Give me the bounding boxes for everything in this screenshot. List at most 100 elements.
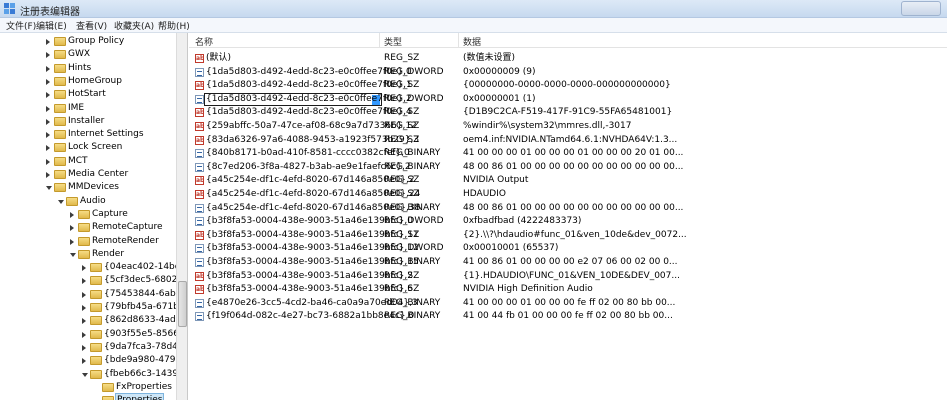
tree-item[interactable]: Lock Screen xyxy=(0,141,176,154)
collapse-arrow-icon[interactable] xyxy=(82,291,86,298)
value-type: REG_BINARY xyxy=(384,297,441,308)
binary-value-icon xyxy=(195,67,204,77)
value-row[interactable]: {a45c254e-df1c-4efd-8020-67d146a850e0},3… xyxy=(189,202,947,215)
folder-icon xyxy=(54,50,66,60)
tree-item[interactable]: Internet Settings xyxy=(0,128,176,141)
value-row[interactable]: {b3f8fa53-0004-438e-9003-51a46e139bfc},1… xyxy=(189,256,947,269)
tree-item[interactable]: Capture xyxy=(0,208,176,221)
column-header-name[interactable]: 名称 xyxy=(195,35,213,48)
tree-item-label: Lock Screen xyxy=(68,142,123,153)
tree-item[interactable]: {9da7fca3-78d4-4 xyxy=(0,341,187,354)
collapse-arrow-icon[interactable] xyxy=(70,211,74,218)
menu-help[interactable]: 帮助(H) xyxy=(158,19,190,32)
tree-item[interactable]: IME xyxy=(0,102,176,115)
value-row[interactable]: {1da5d803-d492-4edd-8c23-e0c0ffee7f0e},1… xyxy=(189,79,947,92)
menu-favorites[interactable]: 收藏夹(A) xyxy=(114,19,154,32)
expand-arrow-icon[interactable] xyxy=(82,372,88,377)
collapse-arrow-icon[interactable] xyxy=(82,344,86,351)
value-row[interactable]: {b3f8fa53-0004-438e-9003-51a46e139bfc},2… xyxy=(189,270,947,283)
tree-item[interactable]: Hints xyxy=(0,62,176,75)
value-row[interactable]: {b3f8fa53-0004-438e-9003-51a46e139bfc},1… xyxy=(189,229,947,242)
tree-scrollbar[interactable] xyxy=(176,33,187,400)
expand-arrow-icon[interactable] xyxy=(58,199,64,204)
collapse-arrow-icon[interactable] xyxy=(46,145,50,152)
tree-item[interactable]: MCT xyxy=(0,155,176,168)
binary-value-icon xyxy=(195,94,204,104)
value-row[interactable]: {b3f8fa53-0004-438e-9003-51a46e139bfc},1… xyxy=(189,242,947,255)
column-divider[interactable] xyxy=(379,33,380,48)
value-row[interactable]: {a45c254e-df1c-4efd-8020-67d146a850e0},2… xyxy=(189,188,947,201)
tree-item[interactable]: Media Center xyxy=(0,168,176,181)
column-header-type[interactable]: 类型 xyxy=(384,35,402,48)
tree-item[interactable]: HotStart xyxy=(0,88,176,101)
tree-item[interactable]: {75453844-6ab3-4 xyxy=(0,288,187,301)
collapse-arrow-icon[interactable] xyxy=(70,225,74,232)
column-divider[interactable] xyxy=(458,33,459,48)
collapse-arrow-icon[interactable] xyxy=(82,305,86,311)
tree-item[interactable]: RemoteCapture xyxy=(0,221,176,234)
value-data: 0xfbadfbad (4222483373) xyxy=(463,216,582,227)
column-header-data[interactable]: 数据 xyxy=(463,35,481,48)
collapse-arrow-icon[interactable] xyxy=(82,358,86,365)
collapse-arrow-icon[interactable] xyxy=(82,331,86,338)
collapse-arrow-icon[interactable] xyxy=(82,265,86,272)
collapse-arrow-icon[interactable] xyxy=(46,172,50,178)
tree-item[interactable]: Installer xyxy=(0,115,176,128)
tree-item[interactable]: Audio xyxy=(0,195,176,208)
tree-item[interactable]: Render xyxy=(0,248,176,261)
menu-view[interactable]: 查看(V) xyxy=(76,19,107,32)
value-row[interactable]: {f19f064d-082c-4e27-bc73-6882a1bb8e4c},0… xyxy=(189,310,947,323)
value-row[interactable]: {b3f8fa53-0004-438e-9003-51a46e139bfc},6… xyxy=(189,283,947,296)
collapse-arrow-icon[interactable] xyxy=(46,92,50,99)
menu-edit[interactable]: 编辑(E) xyxy=(36,19,67,32)
collapse-arrow-icon[interactable] xyxy=(46,78,50,85)
menu-file[interactable]: 文件(F) xyxy=(6,19,36,32)
registry-tree[interactable]: Group Policy GWX Hints HomeGroup HotStart IME… xyxy=(0,33,188,400)
binary-value-icon xyxy=(195,149,204,159)
expand-arrow-icon[interactable] xyxy=(46,186,52,191)
collapse-arrow-icon[interactable] xyxy=(46,52,50,59)
tree-item[interactable]: {5cf3dec5-6802-4f xyxy=(0,274,187,287)
tree-item[interactable]: MMDevices xyxy=(0,181,176,194)
value-row[interactable]: {1da5d803-d492-4edd-8c23-e0c0ffee7f0e},0… xyxy=(189,66,947,79)
expand-arrow-icon[interactable] xyxy=(70,252,76,257)
window-controls[interactable] xyxy=(901,1,941,16)
folder-icon xyxy=(90,316,102,326)
value-row[interactable]: {1da5d803-d492-4edd-8c23-e0c0ffee7f0e},4… xyxy=(189,106,947,119)
folder-icon xyxy=(54,170,66,179)
collapse-arrow-icon[interactable] xyxy=(46,39,50,45)
tree-item[interactable]: RemoteRender xyxy=(0,235,176,248)
tree-item[interactable]: FxProperties xyxy=(0,381,176,394)
value-row[interactable]: {1da5d803-d492-4edd-8c23-e0c0ffee7f0e},2… xyxy=(189,92,947,106)
collapse-arrow-icon[interactable] xyxy=(82,318,86,325)
collapse-arrow-icon[interactable] xyxy=(46,118,50,125)
collapse-arrow-icon[interactable] xyxy=(46,132,50,139)
tree-item[interactable]: HomeGroup xyxy=(0,75,176,88)
value-row[interactable]: {840b8171-b0ad-410f-8581-cccc0382cfef},0… xyxy=(189,147,947,160)
tree-item[interactable]: {79bfb45a-671b-4 xyxy=(0,301,187,314)
collapse-arrow-icon[interactable] xyxy=(46,65,50,72)
tree-scrollbar-thumb[interactable] xyxy=(178,281,187,327)
value-row[interactable]: (默认) REG_SZ (数值未设置) xyxy=(189,52,947,65)
tree-item[interactable]: Group Policy xyxy=(0,35,176,48)
tree-item[interactable]: {bde9a980-4797-4 xyxy=(0,354,187,367)
collapse-arrow-icon[interactable] xyxy=(70,238,74,245)
collapse-arrow-icon[interactable] xyxy=(46,105,50,112)
tree-item[interactable]: GWX xyxy=(0,48,176,61)
value-row[interactable]: {83da6326-97a6-4088-9453-a1923f573b29},3… xyxy=(189,134,947,147)
tree-item[interactable]: {fbeb66c3-1439-4 xyxy=(0,368,187,381)
value-row[interactable]: {b3f8fa53-0004-438e-9003-51a46e139bfc},0… xyxy=(189,215,947,228)
binary-value-icon xyxy=(195,203,204,213)
value-row[interactable]: {a45c254e-df1c-4efd-8020-67d146a850e0},2… xyxy=(189,174,947,187)
value-data: NVIDIA High Definition Audio xyxy=(463,284,593,295)
tree-item[interactable]: {862d8633-4ad2-4 xyxy=(0,314,187,327)
tree-item[interactable]: {903f55e5-8566-4 xyxy=(0,328,187,341)
value-list[interactable]: 名称 类型 数据 (默认) REG_SZ (数值未设置) {1da5d803-d492… xyxy=(189,33,947,400)
value-row[interactable]: {e4870e26-3cc5-4cd2-ba46-ca0a9a70ed04},3… xyxy=(189,297,947,310)
tree-item[interactable]: {04eac402-14bd-4 xyxy=(0,261,187,274)
tree-item[interactable]: Properties xyxy=(0,393,176,400)
value-row[interactable]: {8c7ed206-3f8a-4827-b3ab-ae9e1faefc6c},2… xyxy=(189,161,947,174)
collapse-arrow-icon[interactable] xyxy=(82,278,86,285)
value-row[interactable]: {259abffc-50a7-47ce-af08-68c9a7d73366},1… xyxy=(189,120,947,133)
collapse-arrow-icon[interactable] xyxy=(46,158,50,165)
